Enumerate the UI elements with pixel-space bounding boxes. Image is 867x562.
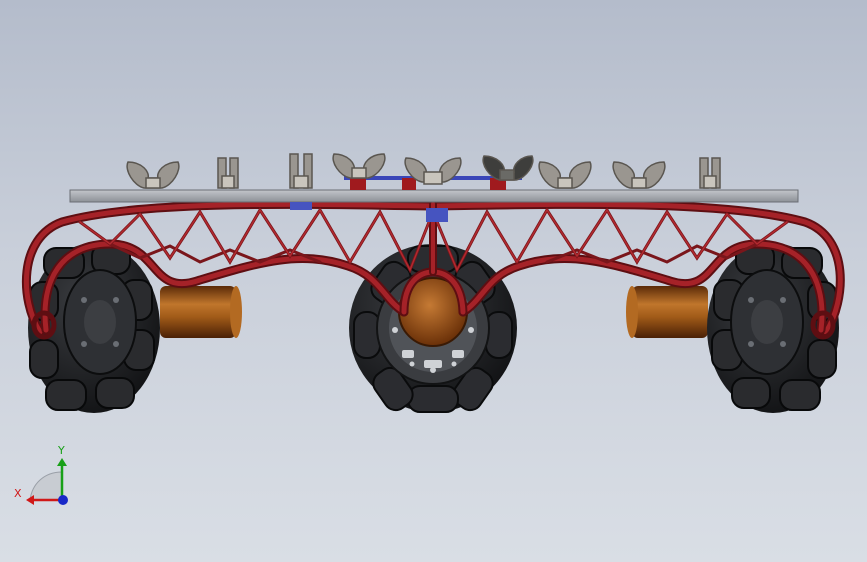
wing-nut-8[interactable] xyxy=(612,161,666,189)
z-axis-dot xyxy=(58,495,68,505)
triad-plane-icon xyxy=(29,471,63,501)
wing-nut-7[interactable] xyxy=(538,161,592,189)
view-orientation-triad: X Y xyxy=(14,444,68,505)
wing-nut-2[interactable] xyxy=(217,157,239,189)
right-motor[interactable] xyxy=(626,286,708,338)
model-viewport[interactable]: X Y xyxy=(0,0,867,562)
wing-nuts[interactable] xyxy=(126,153,721,189)
wing-nut-4[interactable] xyxy=(332,153,386,179)
y-axis-label: Y xyxy=(57,444,65,457)
wing-nut-1[interactable] xyxy=(126,161,180,189)
model-canvas[interactable]: X Y xyxy=(0,0,867,562)
x-axis-label: X xyxy=(14,487,22,500)
wing-nut-3[interactable] xyxy=(289,153,313,189)
wing-nut-9[interactable] xyxy=(699,157,721,189)
left-motor[interactable] xyxy=(160,286,242,338)
